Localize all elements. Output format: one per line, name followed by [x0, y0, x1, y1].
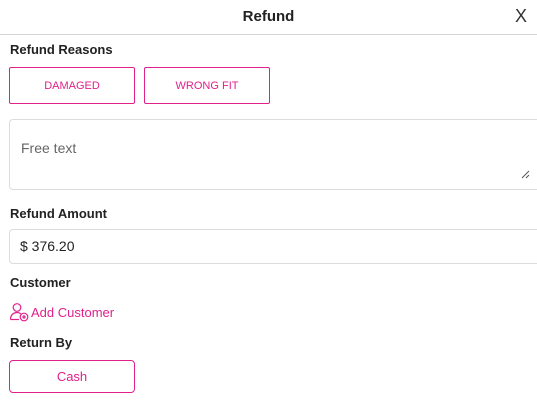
- resize-handle-icon[interactable]: [521, 170, 530, 179]
- refund-amount-value: $ 376.20: [20, 238, 75, 254]
- refund-reasons-label: Refund Reasons: [10, 42, 113, 57]
- add-user-icon: [9, 303, 29, 322]
- return-by-cash-button[interactable]: Cash: [9, 360, 135, 393]
- return-by-label: Return By: [10, 335, 73, 350]
- customer-label: Customer: [10, 275, 71, 290]
- reason-wrong-fit-button[interactable]: WRONG FIT: [144, 67, 270, 104]
- page-title: Refund: [242, 8, 295, 25]
- refund-amount-field[interactable]: $ 376.20: [9, 229, 537, 264]
- refund-amount-label: Refund Amount: [10, 206, 107, 221]
- free-text-placeholder: Free text: [21, 140, 77, 156]
- free-text-field[interactable]: Free text: [9, 119, 537, 190]
- add-customer-label: Add Customer: [31, 304, 115, 320]
- reason-damaged-button[interactable]: DAMAGED: [9, 67, 135, 104]
- add-customer-button[interactable]: Add Customer: [9, 302, 114, 322]
- close-button[interactable]: X: [511, 6, 531, 26]
- refund-panel: Refund X Refund Reasons DAMAGED WRONG FI…: [0, 0, 537, 405]
- header: Refund X: [0, 0, 537, 35]
